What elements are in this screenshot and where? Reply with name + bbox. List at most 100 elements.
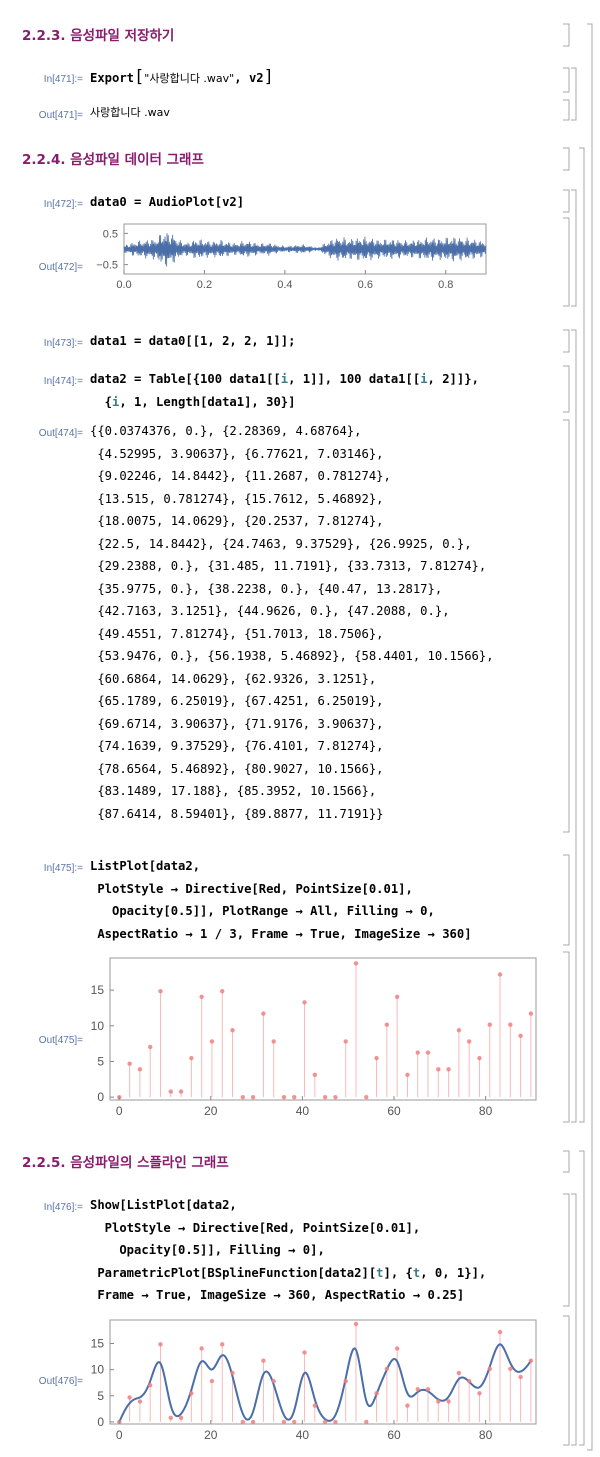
data-point — [466, 1378, 472, 1384]
parameter-variable: t — [376, 1265, 384, 1280]
input-label: In[471]:= — [43, 74, 83, 85]
output-label: Out[476]= — [38, 1376, 83, 1387]
output-line: {69.6714, 3.90637}, {71.9176, 3.90637}, — [90, 716, 384, 731]
x-tick-label: 60 — [387, 1428, 401, 1442]
data-point — [466, 1039, 472, 1044]
data-point — [353, 1321, 359, 1327]
input-cell-audioplot[interactable]: data0 = AudioPlot[v2] — [90, 191, 244, 214]
input-cell-show[interactable]: Show[ListPlot[data2, PlotStyle → Directi… — [90, 1194, 486, 1307]
x-tick-label: 0.4 — [277, 279, 292, 291]
cell-bracket — [563, 99, 570, 121]
data-point — [271, 1039, 276, 1044]
output-line: {35.9775, 0.}, {38.2238, 0.}, {40.47, 13… — [90, 581, 443, 596]
x-tick-label: 0.6 — [358, 279, 373, 291]
x-tick-label: 0 — [116, 1428, 123, 1442]
data-point — [353, 961, 359, 966]
data-point — [127, 1061, 132, 1066]
data-point — [528, 1358, 534, 1363]
x-tick-label: 40 — [296, 1104, 310, 1118]
code-line: PlotStyle → Directive[Red, PointSize[0.0… — [90, 1220, 421, 1235]
code-line: AspectRatio → 1 / 3, Frame → True, Image… — [90, 926, 472, 941]
output-line: {22.5, 14.8442}, {24.7463, 9.37529}, {26… — [90, 536, 472, 551]
y-tick-label: 0.5 — [103, 228, 118, 240]
data-point — [158, 1342, 163, 1347]
code-fragment: ParametricPlot[BSplineFunction[data2][ — [90, 1265, 377, 1280]
y-tick-label: 0 — [97, 1415, 104, 1429]
export-function: Export — [90, 71, 135, 85]
data-point — [487, 1366, 492, 1372]
output-label: Out[474]= — [38, 428, 83, 439]
output-line: {74.1639, 9.37529}, {76.4101, 7.81274}, — [90, 739, 384, 753]
data-point — [220, 1342, 225, 1347]
y-tick-label: 0 — [97, 1090, 104, 1104]
code-fragment: , 0, 1}], — [420, 1265, 487, 1280]
input-cell-data1[interactable]: data1 = data0[[1, 2, 2, 1]]; — [90, 330, 295, 353]
data-point — [189, 1391, 194, 1396]
audio-waveform-plot[interactable]: 0.0 0.2 0.4 0.6 0.8 0.5 −0.5 — [80, 218, 500, 310]
x-tick-label: 80 — [479, 1104, 493, 1118]
output-line: {49.4551, 7.81274}, {51.7013, 18.7506}, — [90, 626, 384, 641]
data-point — [384, 1022, 390, 1027]
input-cell-table[interactable]: data2 = Table[{100 data1[[i, 1]], 100 da… — [90, 368, 479, 413]
data-point — [199, 1346, 204, 1351]
data-point — [250, 1419, 256, 1425]
data-point — [425, 1387, 431, 1392]
group-bracket — [571, 189, 577, 307]
data-point — [477, 1055, 482, 1061]
code-line: Show[ListPlot[data2, — [90, 1198, 237, 1212]
output-line: {65.1789, 6.25019}, {67.4251, 6.25019}, — [90, 694, 384, 708]
input-cell-listplot[interactable]: ListPlot[data2, PlotStyle → Directive[Re… — [90, 855, 472, 945]
data-point — [199, 994, 204, 999]
cell-bracket — [563, 329, 570, 353]
cell-bracket — [563, 854, 570, 946]
code-line: Frame → True, ImageSize → 360, AspectRat… — [90, 1288, 465, 1302]
export-result: 사랑합니다 .wav — [90, 106, 170, 119]
export-arg: v2 — [248, 71, 264, 85]
cell-bracket — [563, 951, 570, 1123]
group-bracket — [587, 23, 593, 1451]
y-tick-label: 10 — [91, 1363, 105, 1377]
input-label: In[472]:= — [43, 199, 83, 210]
x-tick-label: 60 — [387, 1104, 401, 1118]
section-heading-audio-graph: 2.2.4. 음성파일 데이터 그래프 — [22, 152, 204, 168]
x-tick-label: 0.8 — [438, 279, 453, 291]
output-line: {18.0075, 14.0629}, {20.2537, 7.81274}, — [90, 514, 384, 528]
data-point — [394, 994, 400, 999]
data-point — [137, 1399, 143, 1404]
output-line: {{0.0374376, 0.}, {2.28369, 4.68764}, — [90, 424, 362, 438]
data-point — [405, 1072, 410, 1078]
data-point — [209, 1039, 215, 1044]
output-line: {29.2388, 0.}, {31.485, 11.7191}, {33.73… — [90, 559, 487, 573]
data-point — [384, 1366, 390, 1372]
data-point — [394, 1346, 400, 1351]
y-tick-label: 15 — [91, 983, 105, 997]
listplot-filling[interactable]: 0 20 40 60 80 0 5 10 15 — [80, 952, 550, 1122]
data-point — [364, 1094, 369, 1100]
output-label: Out[471]= — [38, 110, 83, 121]
group-bracket — [571, 329, 577, 1123]
input-label: In[474]:= — [43, 376, 83, 387]
data-point — [292, 1419, 297, 1425]
output-line: {42.7163, 3.1251}, {44.9626, 0.}, {47.20… — [90, 604, 450, 618]
code-fragment: , 1]], 100 data1[[ — [288, 372, 421, 386]
data-point — [477, 1391, 482, 1396]
output-cell-export: 사랑합니다 .wav — [90, 101, 170, 125]
input-label: In[475]:= — [43, 863, 83, 874]
x-tick-label: 0.0 — [116, 279, 131, 291]
data-point — [508, 1022, 513, 1027]
code-line: Opacity[0.5]], PlotRange → All, Filling … — [90, 904, 435, 918]
spline-overlay-plot[interactable]: 0 20 40 60 80 0 5 10 15 — [80, 1316, 550, 1442]
data-point — [127, 1395, 132, 1400]
data-point — [415, 1050, 420, 1055]
data-point — [220, 989, 225, 994]
output-line: {60.6864, 14.0629}, {62.9326, 3.1251}, — [90, 671, 377, 686]
data-point — [312, 1403, 318, 1408]
data-point — [240, 1094, 246, 1100]
data-point — [209, 1378, 215, 1384]
output-label: Out[472]= — [38, 262, 83, 273]
data-point — [189, 1055, 194, 1061]
data-point — [518, 1374, 523, 1380]
input-cell-export[interactable]: Export["사랑합니다 .wav", v2] — [90, 66, 274, 91]
cell-bracket — [563, 1315, 570, 1446]
data-point — [148, 1044, 153, 1050]
